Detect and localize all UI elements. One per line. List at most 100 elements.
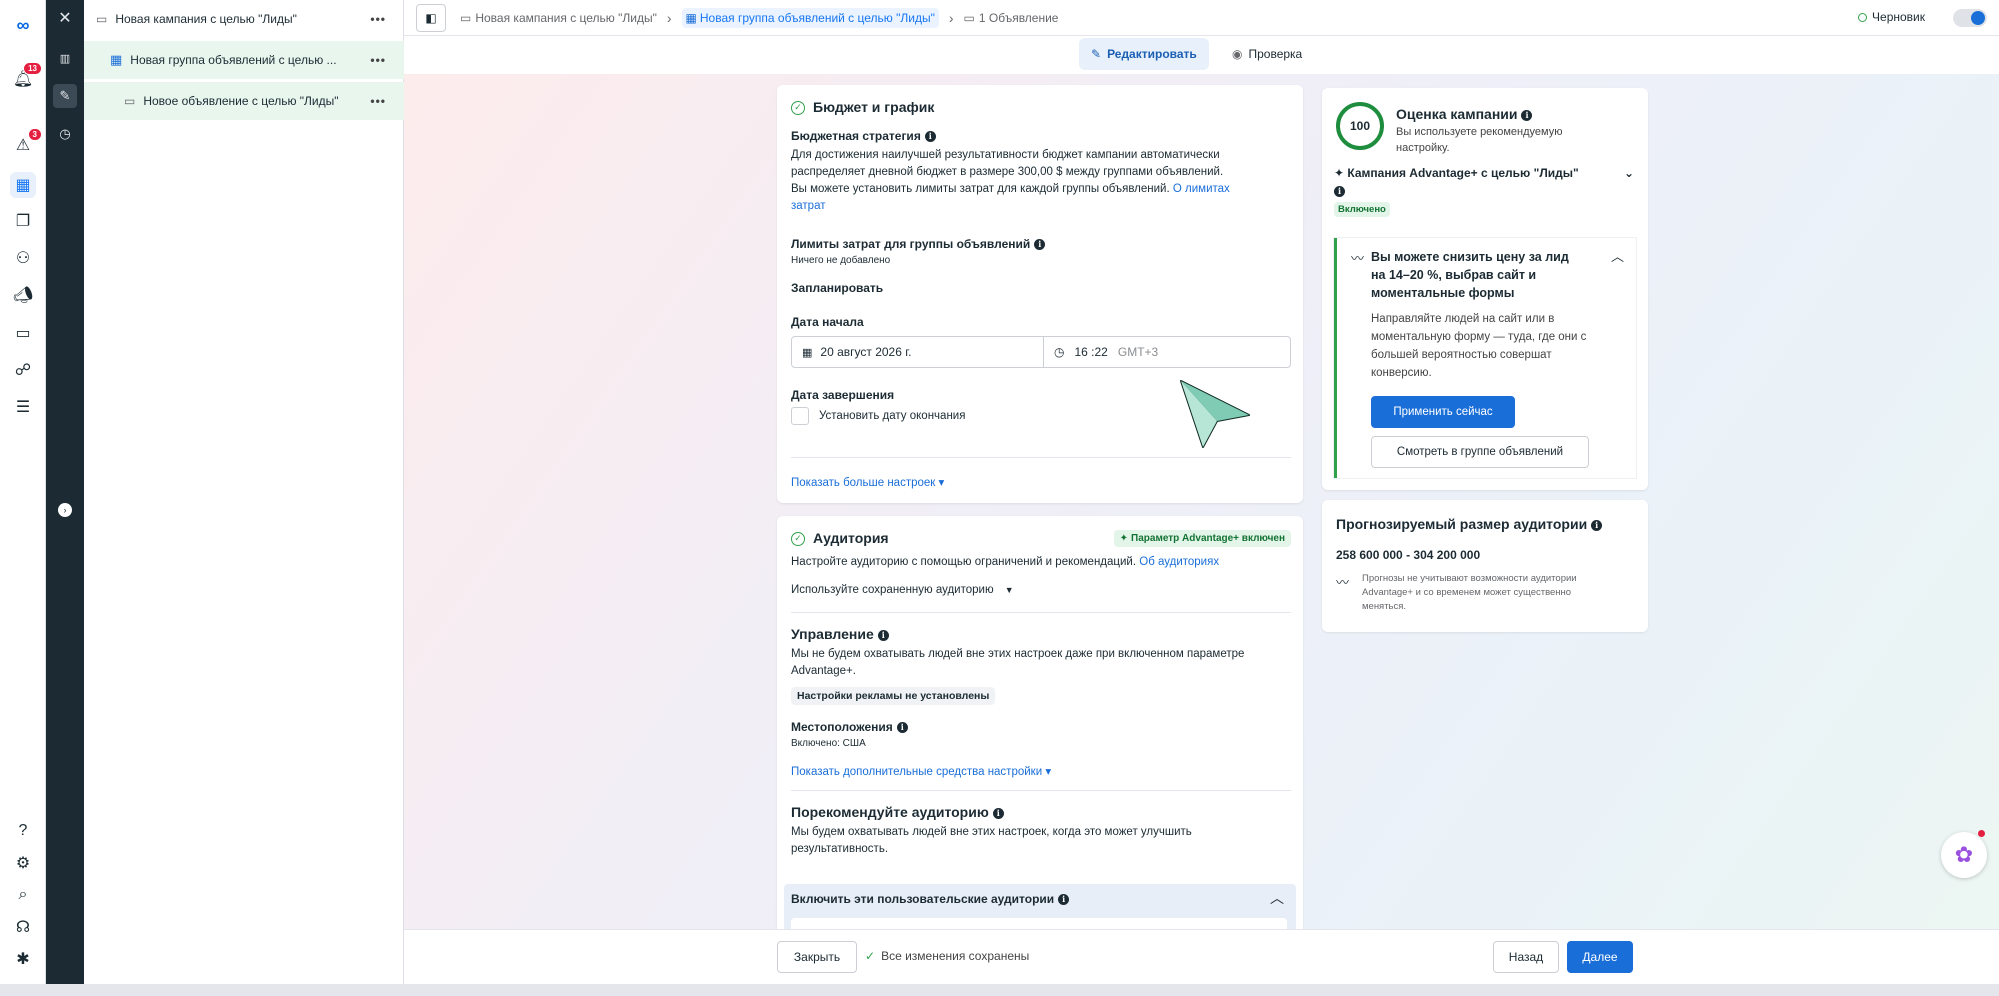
campaign-type-row[interactable]: ✦ Кампания Advantage+ с целью "Лиды" ⌄ <box>1334 166 1634 180</box>
bell-icon[interactable]: 🔔︎ 13 <box>10 62 42 92</box>
draft-label: Черновик <box>1872 10 1925 24</box>
info-icon[interactable]: i <box>1058 894 1070 906</box>
saved-audience-dropdown[interactable]: Используйте сохраненную аудиторию ▼ <box>791 582 1014 599</box>
alerts-icon[interactable]: ⚠︎ 3 <box>10 128 42 158</box>
save-status-label: Все изменения сохранены <box>881 949 1030 963</box>
suggest-title-row: Порекомендуйте аудиторию i <box>791 804 1004 820</box>
score-value: 100 <box>1350 119 1370 133</box>
panel-toggle-icon[interactable]: ◧ <box>416 3 446 32</box>
tip-title-line: на 14–20 %, выбрав сайт и <box>1371 268 1537 282</box>
meta-logo-icon[interactable]: ∞ <box>10 12 36 38</box>
tree-item-adset[interactable]: ▦ Новая группа объявлений с целью ... ••… <box>84 41 404 79</box>
score-text-line: Вы используете рекомендуемую <box>1396 126 1563 138</box>
campaign-type-label: Кампания Advantage+ с целью "Лиды" <box>1347 166 1579 180</box>
help-icon[interactable]: ? <box>10 818 36 844</box>
spend-limits-link-cont[interactable]: затрат <box>791 198 1296 215</box>
tree-ad-label: Новое объявление с целью "Лиды" <box>143 94 339 108</box>
alerts-badge: 3 <box>27 128 42 141</box>
info-icon[interactable]: i <box>1334 184 1345 198</box>
breadcrumb-adset[interactable]: ▦ Новая группа объявлений с целью "Лиды" <box>681 7 939 28</box>
tab-edit[interactable]: ✎ Редактировать <box>1079 38 1209 70</box>
start-time-input[interactable]: ◷ 16 :22 GMT+3 <box>1044 337 1290 367</box>
search-icon[interactable]: ⌕ <box>10 882 36 908</box>
info-icon[interactable]: i <box>896 722 908 734</box>
strategy-label: Бюджетная стратегия <box>791 129 921 143</box>
events-icon[interactable]: ☍ <box>10 357 36 383</box>
start-time-value: 16 :22 <box>1074 345 1108 359</box>
show-more-settings-link[interactable]: Показать больше настроек ▾ <box>791 475 944 489</box>
audience-size-note-line: меняться. <box>1362 601 1407 612</box>
audience-size-note-line: Advantage+ и со временем может существен… <box>1362 587 1572 598</box>
budget-title-row: ✓ Бюджет и график <box>791 99 934 116</box>
control-title-row: Управление i <box>791 626 889 642</box>
info-icon[interactable]: i <box>924 131 936 143</box>
draft-toggle[interactable] <box>1953 9 1987 27</box>
end-date-checkbox-label: Установить дату окончания <box>819 409 966 422</box>
audience-intro-text: Настройте аудиторию с помощью ограничени… <box>791 556 1137 568</box>
breadcrumb-adset-label: Новая группа объявлений с целью "Лиды" <box>699 10 935 25</box>
status-strip <box>0 984 1999 996</box>
info-icon[interactable]: i <box>1034 239 1046 251</box>
global-nav: ∞ 🔔︎ 13 ⚠︎ 3 ▦ ❐ ⚇ 📣︎ ▭ ☍ ☰ ? ⚙︎ ⌕ ☊ ✱ <box>0 0 46 996</box>
adset-grid-icon: ▦ <box>685 10 697 25</box>
support-icon[interactable]: ☊ <box>10 914 36 940</box>
apply-now-button[interactable]: Применить сейчас <box>1371 396 1515 428</box>
chevron-right-icon: › <box>666 9 672 26</box>
more-options-icon[interactable]: ••• <box>370 53 386 67</box>
chevron-up-icon[interactable]: ︿ <box>1270 888 1284 908</box>
tip-text-line: большей вероятностью совершат <box>1371 349 1552 361</box>
bug-icon[interactable]: ✱ <box>10 946 36 972</box>
expand-chevron-icon[interactable]: › <box>53 498 77 522</box>
show-more-options-link[interactable]: Показать дополнительные средства настрой… <box>791 764 1051 778</box>
tree-item-ad[interactable]: ▭ Новое объявление с целью "Лиды" ••• <box>84 82 404 120</box>
custom-audiences-input[interactable] <box>791 918 1287 929</box>
campaign-tree: ▭ Новая кампания с целью "Лиды" ••• ▦ Но… <box>84 0 404 984</box>
edit-pencil-icon[interactable]: ✎ <box>53 84 77 108</box>
more-options-icon[interactable]: ••• <box>370 94 386 108</box>
ad-icon: ▭ <box>124 94 136 108</box>
billing-icon[interactable]: ▭ <box>10 320 36 346</box>
pointer-cursor-icon <box>1180 380 1250 448</box>
start-date-input[interactable]: ▦ 20 август 2026 г. <box>792 337 1044 367</box>
pages-icon[interactable]: ❐ <box>10 208 36 234</box>
tip-title: Вы можете снизить цену за лид на 14–20 %… <box>1371 248 1601 302</box>
audience-size-note: Прогнозы не учитывают возможности аудито… <box>1362 572 1642 614</box>
strategy-text: Для достижения наилучшей результативност… <box>791 147 1296 215</box>
bottom-bar: Закрыть ✓ Все изменения сохранены Назад Д… <box>404 929 1999 984</box>
audiences-icon[interactable]: ⚇ <box>10 245 36 271</box>
campaigns-icon[interactable]: 📣︎ <box>10 282 36 308</box>
close-button[interactable]: Закрыть <box>777 941 857 973</box>
calendar-icon: ▦ <box>802 346 813 359</box>
view-in-adset-button[interactable]: Смотреть в группе объявлений <box>1371 436 1589 468</box>
settings-icon[interactable]: ⚙︎ <box>10 850 36 876</box>
breadcrumb-campaign[interactable]: Новая кампания с целью "Лиды" <box>475 11 657 25</box>
clock-icon: ◷ <box>1054 345 1065 359</box>
folder-icon: ▭ <box>96 12 108 26</box>
tab-review[interactable]: ◉ Проверка <box>1220 38 1314 70</box>
info-icon[interactable]: i <box>877 629 889 641</box>
about-audiences-link[interactable]: Об аудиториях <box>1139 556 1219 568</box>
adset-grid-icon: ▦ <box>110 52 123 67</box>
tree-campaign-label: Новая кампания с целью "Лиды" <box>115 12 297 26</box>
next-button[interactable]: Далее <box>1567 941 1633 973</box>
tree-item-campaign[interactable]: ▭ Новая кампания с целью "Лиды" ••• <box>84 0 404 38</box>
breadcrumb-ads[interactable]: 1 Объявление <box>979 11 1059 25</box>
menu-icon[interactable]: ☰ <box>10 394 36 420</box>
chart-icon[interactable]: ▥ <box>53 46 77 70</box>
history-icon[interactable]: ◷ <box>53 122 77 146</box>
info-icon[interactable]: i <box>992 807 1004 819</box>
advantage-badge-label: Параметр Advantage+ включен <box>1131 533 1285 544</box>
ads-manager-icon[interactable]: ▦ <box>10 172 36 198</box>
tree-adset-label: Новая группа объявлений с целью ... <box>130 53 337 67</box>
folder-icon: ▭ <box>460 10 472 25</box>
back-button[interactable]: Назад <box>1493 941 1559 973</box>
end-date-checkbox[interactable] <box>791 407 809 425</box>
info-icon[interactable]: i <box>1591 519 1603 531</box>
close-icon[interactable]: ✕ <box>53 6 77 30</box>
chevron-up-icon[interactable]: ︿ <box>1611 246 1624 265</box>
assistant-button[interactable]: ✿ <box>1941 830 1987 878</box>
more-options-icon[interactable]: ••• <box>370 12 386 26</box>
budget-card: ✓ Бюджет и график Бюджетная стратегия i Дл… <box>777 85 1303 503</box>
spend-limits-link[interactable]: О лимитах <box>1173 183 1230 195</box>
info-icon[interactable]: i <box>1521 109 1533 121</box>
